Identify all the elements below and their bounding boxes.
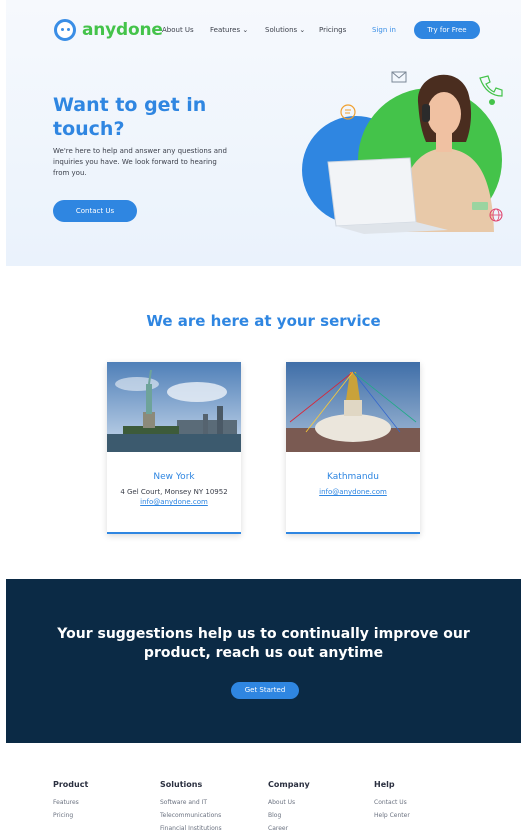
- nav-about-us[interactable]: About Us: [162, 26, 194, 34]
- statue-of-liberty-image: [107, 362, 241, 452]
- footer-link[interactable]: Help Center: [374, 809, 410, 822]
- office-card-new-york: New York 4 Gel Court, Monsey NY 10952 in…: [107, 362, 241, 534]
- footer-column-product: Product Features Pricing: [53, 780, 88, 822]
- office-email-link[interactable]: info@anydone.com: [286, 488, 420, 496]
- footer-heading: Solutions: [160, 780, 203, 789]
- footer-link[interactable]: Software and IT: [160, 796, 222, 809]
- office-email-link[interactable]: info@anydone.com: [107, 498, 241, 506]
- service-title: We are here at your service: [146, 312, 381, 330]
- footer-heading: Company: [268, 780, 310, 789]
- globe-icon: [489, 208, 503, 222]
- hero-description: We're here to help and answer any questi…: [53, 147, 227, 177]
- hero-section: anydone About Us Features ⌄ Solutions ⌄ …: [6, 0, 521, 266]
- footer-column-solutions: Solutions Software and IT Telecommunicat…: [160, 780, 222, 835]
- hero-title: Want to get in touch?: [53, 94, 207, 140]
- envelope-icon: [391, 71, 407, 83]
- sign-in-link[interactable]: Sign in: [372, 26, 396, 34]
- contact-us-button[interactable]: Contact Us: [53, 200, 137, 222]
- footer-column-company: Company About Us Blog Career: [268, 780, 310, 835]
- footer-heading: Product: [53, 780, 89, 789]
- cta-heading: Your suggestions help us to continually …: [57, 626, 470, 661]
- footer-column-help: Help Contact Us Help Center: [374, 780, 410, 822]
- logo[interactable]: anydone: [54, 19, 163, 41]
- boudhanath-stupa-image: [286, 362, 420, 452]
- get-started-button[interactable]: Get Started: [231, 682, 299, 699]
- footer-link[interactable]: Blog: [268, 809, 310, 822]
- office-card-kathmandu: Kathmandu info@anydone.com: [286, 362, 420, 534]
- footer-link[interactable]: Career: [268, 822, 310, 835]
- nav-pricings[interactable]: Pricings: [319, 26, 346, 34]
- footer-link[interactable]: Pricing: [53, 809, 88, 822]
- footer-link[interactable]: Contact Us: [374, 796, 410, 809]
- logo-icon: [54, 19, 76, 41]
- green-dot: [489, 99, 495, 105]
- footer-link[interactable]: Telecommunications: [160, 809, 222, 822]
- nav-solutions[interactable]: Solutions ⌄: [265, 26, 305, 34]
- footer-link[interactable]: Features: [53, 796, 88, 809]
- logo-text: anydone: [82, 20, 163, 40]
- nav-features[interactable]: Features ⌄: [210, 26, 248, 34]
- city-name: New York: [153, 472, 195, 482]
- hero-illustration: [302, 71, 503, 234]
- city-name: Kathmandu: [327, 472, 379, 482]
- top-nav: anydone About Us Features ⌄ Solutions ⌄ …: [6, 0, 521, 62]
- footer-link[interactable]: About Us: [268, 796, 310, 809]
- page: anydone About Us Features ⌄ Solutions ⌄ …: [0, 0, 527, 836]
- office-address: 4 Gel Court, Monsey NY 10952: [120, 488, 228, 496]
- cta-section: Your suggestions help us to continually …: [6, 579, 521, 743]
- phone-device-icon: [472, 202, 488, 210]
- footer-heading: Help: [374, 780, 395, 789]
- phone-icon: [479, 75, 503, 97]
- try-for-free-button[interactable]: Try for Free: [414, 21, 480, 39]
- footer-link[interactable]: Financial Institutions: [160, 822, 222, 835]
